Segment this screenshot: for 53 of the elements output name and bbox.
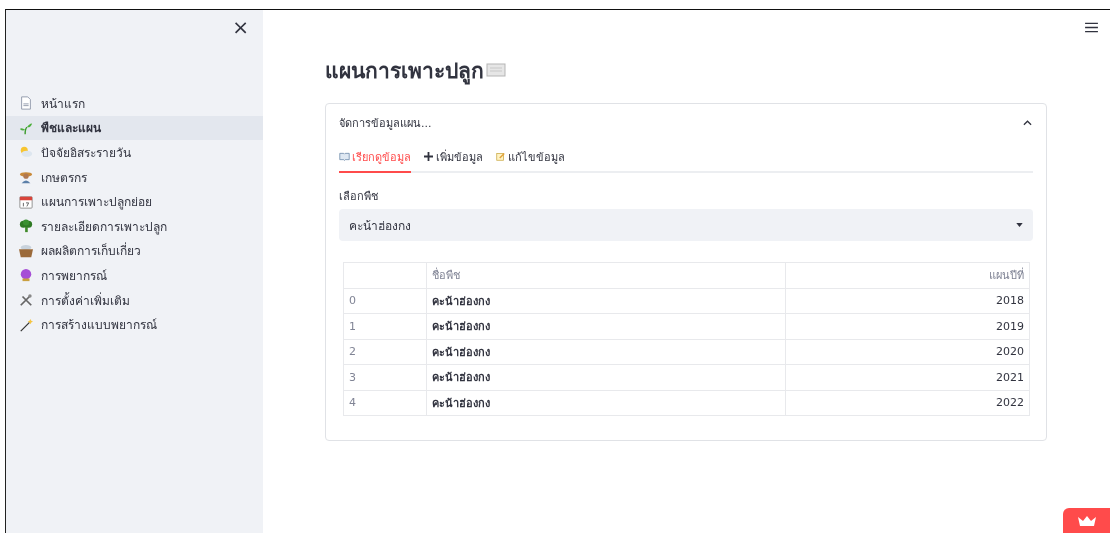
- nav-item[interactable]: การพยากรณ์: [6, 263, 263, 288]
- nav-item[interactable]: ปัจจัยอิสระรายวัน: [6, 140, 263, 165]
- close-button[interactable]: ×: [228, 16, 253, 38]
- document-icon: [19, 96, 33, 111]
- farmer-icon: [19, 170, 33, 185]
- table-cell: 2022: [785, 390, 1030, 416]
- table-cell: คะน้าฮ่องกง: [426, 313, 786, 339]
- expander-header[interactable]: จัดการข้อมูลแผน...: [326, 104, 1046, 142]
- crown-icon: [1076, 515, 1097, 527]
- nav-item[interactable]: หน้าแรก: [6, 91, 263, 116]
- chevron-icon: [1023, 120, 1032, 126]
- nav-item[interactable]: เกษตรกร: [6, 164, 263, 190]
- plus-icon: [423, 152, 434, 161]
- wand-icon: [19, 317, 33, 332]
- nav-item[interactable]: ผลผลิตการเก็บเกี่ยว: [6, 238, 263, 264]
- tools-icon: [19, 293, 33, 308]
- table-cell: 2021: [785, 364, 1030, 390]
- caret-icon: [1016, 223, 1023, 227]
- sun-cloud-icon: [19, 145, 33, 160]
- table-cell: 2019: [785, 313, 1030, 339]
- menu-button[interactable]: [1083, 20, 1100, 35]
- table-cell: 2020: [785, 339, 1030, 365]
- nav-item[interactable]: การสร้างแบบพยากรณ์: [6, 312, 263, 337]
- memo-icon: [495, 152, 506, 161]
- crystal-ball-icon: [19, 268, 33, 283]
- row-index: 2: [343, 339, 427, 365]
- row-index: 4: [343, 390, 427, 416]
- calendar-icon: [19, 194, 33, 209]
- sprout-icon: [19, 120, 33, 135]
- nav-item[interactable]: พืชและแผน: [6, 115, 263, 141]
- select-label: เลือกพืช: [339, 189, 379, 205]
- tab[interactable]: แก้ไขข้อมูล: [495, 142, 565, 173]
- scroll-icon: [486, 62, 506, 78]
- nav-item[interactable]: รายละเอียดการเพาะปลูก: [6, 213, 263, 239]
- table-cell: คะน้าฮ่องกง: [426, 288, 786, 314]
- table-cell: 2018: [785, 288, 1030, 314]
- table-cell: คะน้าฮ่องกง: [426, 390, 786, 416]
- book-icon: [339, 152, 350, 161]
- crop-select[interactable]: คะน้าฮ่องกง: [339, 209, 1033, 241]
- basket-icon: [19, 243, 33, 258]
- row-index: 1: [343, 313, 427, 339]
- row-index: 3: [343, 364, 427, 390]
- column-header: แผนปีที่: [785, 262, 1030, 288]
- expander-title: จัดการข้อมูลแผน...: [339, 116, 432, 132]
- table-cell: คะน้าฮ่องกง: [426, 339, 786, 365]
- nav-item[interactable]: แผนการเพาะปลูกย่อย: [6, 189, 263, 214]
- app-badge[interactable]: [1063, 508, 1110, 533]
- tab[interactable]: เพิ่มข้อมูล: [423, 142, 483, 173]
- row-index: 0: [343, 288, 427, 314]
- table-cell: คะน้าฮ่องกง: [426, 364, 786, 390]
- nav-item[interactable]: การตั้งค่าเพิ่มเติม: [6, 287, 263, 313]
- page-title: แผนการเพาะปลูก: [325, 57, 484, 87]
- column-header: ชื่อพืช: [426, 262, 786, 288]
